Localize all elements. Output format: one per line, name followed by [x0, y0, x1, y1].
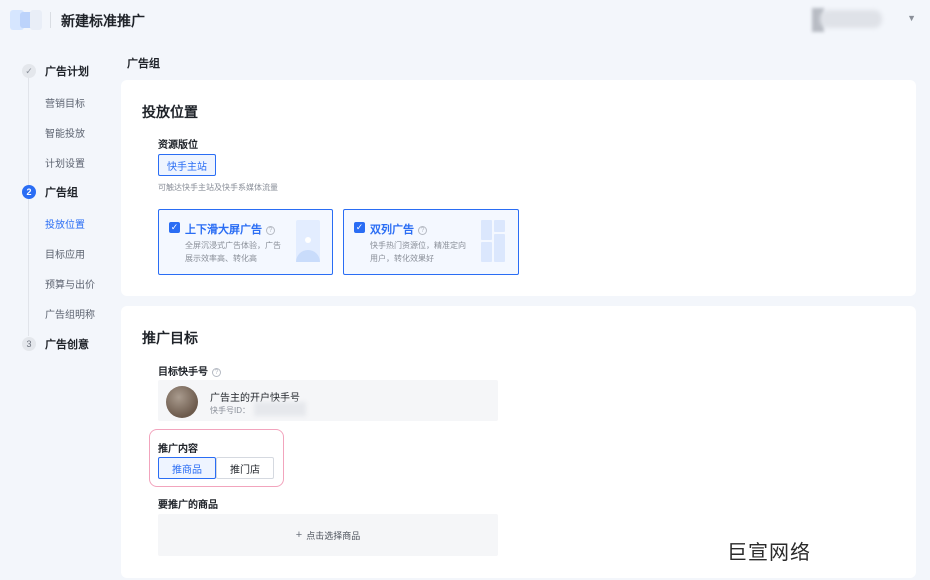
nav-connector [28, 77, 29, 185]
product-label: 要推广的商品 [158, 500, 218, 511]
placement-option-fullscreen[interactable]: ✓ 上下滑大屏广告? 全屏沉浸式广告体验，广告展示效率高、转化高 [158, 209, 333, 275]
nav-connector [28, 198, 29, 336]
choose-product-button[interactable]: + 点击选择商品 [158, 514, 498, 556]
placement-card: 投放位置 资源版位 快手主站 可触达快手主站及快手系媒体流量 ✓ 上下滑大屏广告… [121, 80, 916, 296]
breadcrumb: 广告组 [127, 58, 160, 70]
help-icon[interactable]: ? [266, 226, 275, 235]
nav-item-marketing-goal[interactable]: 营销目标 [45, 95, 85, 110]
placement-option-double-column[interactable]: ✓ 双列广告? 快手热门资源位，精准定向用户，转化效果好 [343, 209, 519, 275]
account-label: 目标快手号? [158, 363, 221, 378]
section-title: 推广目标 [142, 330, 198, 346]
account-avatar [166, 386, 198, 418]
nav-item-target-app[interactable]: 目标应用 [45, 246, 85, 261]
nav-item-budget-bid[interactable]: 预算与出价 [45, 276, 95, 291]
step-number: 3 [22, 337, 36, 351]
account-id-label: 快手号ID： [210, 406, 250, 415]
step-number: 2 [22, 185, 36, 199]
help-icon[interactable]: ? [212, 368, 221, 377]
resource-label: 资源版位 [158, 140, 198, 151]
step-label: 广告组 [45, 187, 78, 199]
option-title: 上下滑大屏广告? [185, 221, 275, 237]
help-icon[interactable]: ? [418, 226, 427, 235]
check-icon: ✓ [22, 64, 36, 78]
top-bar: 新建标准推广 ▼ [0, 0, 930, 40]
step-label: 广告计划 [45, 66, 89, 78]
content-label: 推广内容 [158, 444, 198, 455]
account-id-redacted [254, 402, 306, 416]
checkbox-checked-icon[interactable]: ✓ [354, 222, 365, 233]
step-ad-creative[interactable]: 3 广告创意 [22, 336, 89, 352]
nav-item-smart-delivery[interactable]: 智能投放 [45, 125, 85, 140]
account-selector[interactable]: 广告主的开户快手号 快手号ID： [158, 380, 498, 421]
option-description: 全屏沉浸式广告体验，广告展示效率高、转化高 [185, 241, 281, 263]
page-title: 新建标准推广 [61, 13, 145, 29]
checkbox-checked-icon[interactable]: ✓ [169, 222, 180, 233]
app-logo[interactable] [8, 8, 44, 32]
option-title: 双列广告? [370, 221, 427, 237]
user-name-redacted[interactable] [820, 10, 882, 28]
content-option-store[interactable]: 推门店 [216, 457, 274, 479]
nav-item-placement[interactable]: 投放位置 [45, 216, 85, 231]
chevron-down-icon[interactable]: ▼ [907, 13, 916, 23]
plus-icon: + [295, 529, 303, 541]
nav-item-group-name[interactable]: 广告组明称 [45, 306, 95, 321]
step-ad-plan[interactable]: ✓ 广告计划 [22, 63, 89, 79]
watermark: 巨宣网络 [727, 542, 811, 564]
content-option-product[interactable]: 推商品 [158, 457, 216, 479]
step-ad-group[interactable]: 2 广告组 [22, 184, 78, 200]
resource-option-kuaishou[interactable]: 快手主站 [158, 154, 216, 176]
step-label: 广告创意 [45, 339, 89, 351]
section-title: 投放位置 [142, 104, 198, 120]
fullscreen-preview-icon [296, 220, 320, 262]
option-description: 快手热门资源位，精准定向用户，转化效果好 [370, 241, 466, 263]
choose-product-label: 点击选择商品 [306, 530, 361, 541]
nav-item-plan-settings[interactable]: 计划设置 [45, 155, 85, 170]
header-divider [50, 12, 51, 28]
double-column-preview-icon [481, 220, 505, 262]
resource-hint: 可触达快手主站及快手系媒体流量 [158, 183, 278, 192]
